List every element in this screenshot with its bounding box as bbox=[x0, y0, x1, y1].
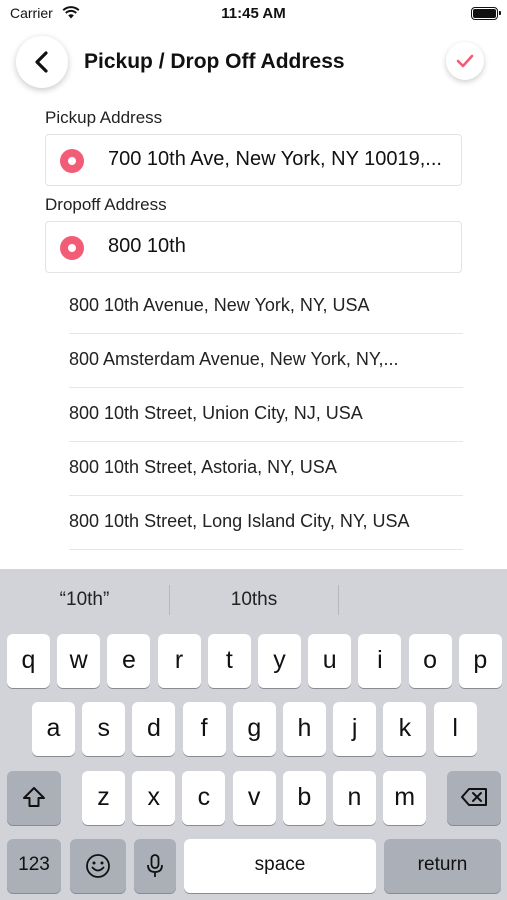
key-p[interactable]: p bbox=[458, 634, 502, 688]
confirm-button[interactable] bbox=[446, 42, 484, 80]
key-e[interactable]: e bbox=[107, 634, 151, 688]
key-z[interactable]: z bbox=[82, 771, 125, 825]
microphone-icon bbox=[147, 854, 163, 877]
prediction-2[interactable]: 10ths bbox=[170, 569, 338, 631]
battery-icon bbox=[471, 7, 501, 20]
prediction-3[interactable] bbox=[339, 569, 507, 631]
shift-icon bbox=[23, 787, 45, 807]
page-title: Pickup / Drop Off Address bbox=[84, 50, 345, 73]
key-t[interactable]: t bbox=[207, 634, 251, 688]
pickup-address-field[interactable]: 700 10th Ave, New York, NY 10019,... bbox=[45, 134, 462, 186]
key-h[interactable]: h bbox=[283, 702, 326, 756]
emoji-key[interactable] bbox=[70, 839, 126, 893]
numbers-key[interactable]: 123 bbox=[7, 839, 61, 893]
predictive-bar: “10th” 10ths bbox=[0, 569, 507, 631]
key-k[interactable]: k bbox=[383, 702, 427, 756]
key-c[interactable]: c bbox=[182, 771, 226, 825]
key-a[interactable]: a bbox=[32, 702, 75, 756]
key-o[interactable]: o bbox=[408, 634, 452, 688]
pickup-label: Pickup Address bbox=[45, 108, 163, 127]
key-x[interactable]: x bbox=[132, 771, 176, 825]
key-w[interactable]: w bbox=[57, 634, 101, 688]
key-u[interactable]: u bbox=[308, 634, 352, 688]
suggestion-item[interactable]: 800 10th Avenue, New York, NY, USA bbox=[69, 280, 463, 334]
suggestion-item[interactable]: 800 10th Street, Astoria, NY, USA bbox=[69, 442, 463, 496]
prediction-1[interactable]: “10th” bbox=[0, 569, 169, 631]
key-l[interactable]: l bbox=[433, 702, 477, 756]
key-v[interactable]: v bbox=[232, 771, 276, 825]
return-key[interactable]: return bbox=[384, 839, 501, 893]
key-y[interactable]: y bbox=[258, 634, 301, 688]
space-key[interactable]: space bbox=[184, 839, 376, 893]
key-q[interactable]: q bbox=[7, 634, 50, 688]
location-pin-icon bbox=[60, 149, 84, 173]
dropoff-address-value: 800 10th bbox=[108, 235, 186, 257]
backspace-icon bbox=[461, 788, 487, 806]
suggestion-item[interactable]: 800 Amsterdam Avenue, New York, NY,... bbox=[69, 334, 463, 388]
emoji-icon bbox=[86, 854, 110, 878]
key-n[interactable]: n bbox=[333, 771, 376, 825]
key-b[interactable]: b bbox=[282, 771, 326, 825]
key-f[interactable]: f bbox=[182, 702, 226, 756]
key-r[interactable]: r bbox=[157, 634, 201, 688]
checkmark-icon bbox=[456, 54, 474, 68]
key-g[interactable]: g bbox=[232, 702, 276, 756]
pickup-address-value: 700 10th Ave, New York, NY 10019,... bbox=[108, 148, 442, 170]
key-i[interactable]: i bbox=[358, 634, 402, 688]
location-pin-icon bbox=[60, 236, 84, 260]
dropoff-address-field[interactable]: 800 10th bbox=[45, 221, 462, 273]
key-s[interactable]: s bbox=[82, 702, 126, 756]
key-d[interactable]: d bbox=[132, 702, 176, 756]
status-bar: Carrier 11:45 AM bbox=[0, 0, 507, 30]
delete-key[interactable] bbox=[447, 771, 501, 825]
shift-key[interactable] bbox=[7, 771, 61, 825]
address-suggestions-list: 800 10th Avenue, New York, NY, USA 800 A… bbox=[69, 280, 463, 550]
key-m[interactable]: m bbox=[383, 771, 427, 825]
chevron-left-icon bbox=[35, 51, 48, 73]
dropoff-label: Dropoff Address bbox=[45, 195, 167, 214]
suggestion-item[interactable]: 800 10th Street, Union City, NJ, USA bbox=[69, 388, 463, 442]
status-time: 11:45 AM bbox=[221, 5, 286, 22]
dictation-key[interactable] bbox=[134, 839, 176, 893]
keyboard: “10th” 10ths qwertyuiop asdfghjkl zxcvbn… bbox=[0, 569, 507, 900]
key-j[interactable]: j bbox=[333, 702, 377, 756]
back-button[interactable] bbox=[16, 36, 68, 88]
suggestion-item[interactable]: 800 10th Street, Long Island City, NY, U… bbox=[69, 496, 463, 550]
